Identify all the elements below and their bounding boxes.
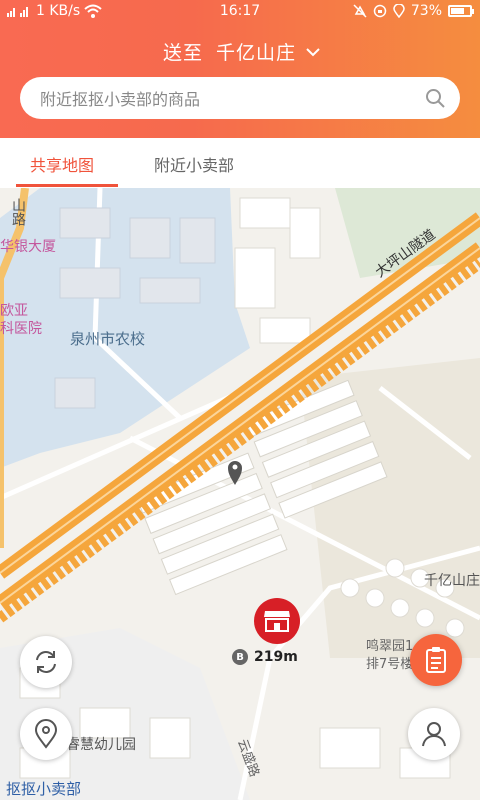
battery-icon [448,5,474,17]
refresh-icon [36,651,56,673]
status-bar: 1 KB/s 16:17 73% [0,0,480,24]
shop-badge-icon: B [232,649,248,665]
search-input[interactable] [38,77,422,121]
order-list-button[interactable] [410,634,462,686]
chevron-down-icon [306,48,320,57]
map-label-hospital-2: 科医院 [0,321,42,337]
map-label-garden: 鸣翠园1 [366,639,414,654]
shop-distance: B 219m [232,649,298,665]
store-icon [264,611,290,632]
tab-nearby-shops[interactable]: 附近小卖部 [154,152,234,176]
map-label-bank: 华银大厦 [0,239,56,255]
lock-rotation-icon [373,4,387,18]
distance-value: 219m [254,649,298,665]
profile-button[interactable] [408,708,460,760]
map-label-kindergarten: 睿慧幼儿园 [66,737,136,753]
location-pin-icon [34,719,58,749]
location-status-icon [393,4,405,18]
deliver-prefix: 送至 [162,42,203,64]
status-time: 16:17 [219,3,261,19]
clipboard-icon [426,647,446,673]
delivery-location[interactable]: 送至 千亿山庄 [0,38,480,65]
app-header: 1 KB/s 16:17 73% 送至 千亿山庄 [0,0,480,138]
map-label-road: 山路 [10,198,26,226]
map-label-area: 千亿山庄 [424,573,480,589]
map-label-building: 排7号楼 [366,657,414,672]
shop-marker[interactable] [254,598,300,644]
map-view[interactable]: 大坪山隧道 山路 华银大厦 欧亚 科医院 泉州市农校 千亿山庄 鸣翠园1 排7号… [0,188,480,800]
map-brand-label: 抠抠小卖部 [6,780,82,798]
mute-icon [353,4,367,18]
user-icon [422,722,446,747]
map-canvas [0,188,480,800]
tab-bar: 共享地图 附近小卖部 [0,138,480,189]
locate-button[interactable] [20,708,72,760]
active-tab-indicator [16,184,118,187]
battery-percent: 73% [410,3,442,19]
refresh-button[interactable] [20,636,72,688]
map-label-school: 泉州市农校 [70,330,146,348]
tab-shared-map[interactable]: 共享地图 [30,152,94,176]
map-label-hospital: 欧亚 [0,303,28,319]
search-bar[interactable] [20,77,460,121]
search-icon[interactable] [424,87,446,109]
delivery-address: 千亿山庄 [216,42,297,64]
